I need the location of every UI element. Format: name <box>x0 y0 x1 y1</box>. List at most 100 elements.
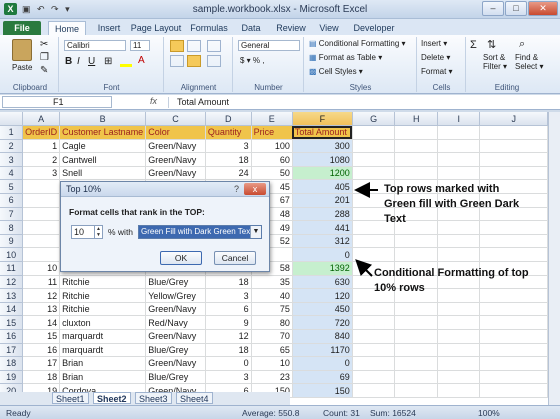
font-size-select[interactable]: 11 <box>130 40 150 51</box>
wrap-text-icon[interactable] <box>207 40 221 52</box>
row-header[interactable]: 7 <box>0 207 24 222</box>
cell[interactable]: 10 <box>251 356 293 371</box>
align-center-icon[interactable] <box>187 55 201 67</box>
cell[interactable]: 441 <box>292 220 353 235</box>
cell[interactable]: 40 <box>251 288 293 303</box>
cell[interactable]: Ritchie <box>59 302 147 317</box>
cell[interactable]: 10 <box>22 261 61 276</box>
tab-developer[interactable]: Developer <box>350 21 398 35</box>
help-button[interactable]: ? <box>234 184 239 194</box>
row-header[interactable]: 13 <box>0 288 24 303</box>
cell[interactable]: 312 <box>292 234 353 249</box>
cell[interactable] <box>437 370 481 385</box>
align-middle-icon[interactable] <box>187 40 201 52</box>
find-select-button[interactable]: Find & <box>515 53 538 62</box>
cell[interactable] <box>22 247 61 263</box>
cell[interactable] <box>437 247 481 263</box>
column-header[interactable]: D <box>205 112 252 127</box>
column-header[interactable]: J <box>479 112 548 127</box>
row-header[interactable]: 10 <box>0 247 24 263</box>
cell[interactable] <box>394 247 439 263</box>
cell[interactable] <box>437 302 481 317</box>
cell[interactable]: 120 <box>292 288 353 303</box>
cell[interactable]: Customer Lastname <box>59 125 147 140</box>
cell[interactable] <box>394 343 439 358</box>
cell[interactable]: Quantity <box>205 125 252 140</box>
tab-file[interactable]: File <box>3 21 41 35</box>
cell[interactable]: Green/Navy <box>145 139 206 154</box>
cell[interactable]: 80 <box>251 315 293 330</box>
insert-cells-button[interactable]: Insert ▾ <box>421 39 447 48</box>
cell[interactable] <box>437 383 481 398</box>
row-header[interactable]: 12 <box>0 275 24 290</box>
sheet-tab-4[interactable]: Sheet4 <box>176 392 213 404</box>
cell[interactable] <box>352 234 396 249</box>
cell[interactable]: 150 <box>292 383 353 398</box>
cell[interactable] <box>352 315 396 330</box>
cell[interactable]: 3 <box>205 139 252 154</box>
cell[interactable]: 6 <box>205 302 252 317</box>
cell[interactable] <box>437 356 481 371</box>
border-icon[interactable]: ⊞ <box>104 56 112 67</box>
conditional-formatting-button[interactable]: ▤ Conditional Formatting ▾ <box>309 39 406 48</box>
cell[interactable] <box>394 152 439 167</box>
cell[interactable]: 3 <box>205 288 252 303</box>
cell[interactable]: marquardt <box>59 343 147 358</box>
tab-view[interactable]: View <box>314 21 344 35</box>
align-left-icon[interactable] <box>170 55 184 67</box>
cell[interactable] <box>22 220 61 235</box>
number-format-select[interactable]: General <box>238 40 300 51</box>
cell[interactable]: 69 <box>292 370 353 385</box>
bold-button[interactable]: B <box>65 56 72 67</box>
align-top-icon[interactable] <box>170 40 184 52</box>
autosum-icon[interactable]: Σ <box>470 39 477 51</box>
cell[interactable]: 9 <box>205 315 252 330</box>
cell[interactable] <box>437 315 481 330</box>
cell[interactable]: 3 <box>22 166 61 181</box>
tab-insert[interactable]: Insert <box>90 21 128 35</box>
spinner-arrows-icon[interactable]: ▲ ▼ <box>94 226 102 238</box>
ok-button[interactable]: OK <box>160 251 202 265</box>
cell[interactable]: 720 <box>292 315 353 330</box>
cell[interactable] <box>394 329 439 344</box>
row-header[interactable]: 14 <box>0 302 24 317</box>
cell[interactable]: Price <box>251 125 293 140</box>
row-header[interactable]: 4 <box>0 166 24 181</box>
cell[interactable]: 17 <box>22 356 61 371</box>
cell[interactable] <box>352 329 396 344</box>
row-header[interactable]: 16 <box>0 329 24 344</box>
cell[interactable]: Ritchie <box>59 288 147 303</box>
cell[interactable] <box>352 383 396 398</box>
cell[interactable]: Snell <box>59 166 147 181</box>
tab-formulas[interactable]: Formulas <box>188 21 230 35</box>
cell[interactable]: 12 <box>22 288 61 303</box>
cell[interactable] <box>479 152 548 167</box>
cell[interactable] <box>479 356 548 371</box>
cell[interactable] <box>437 125 481 140</box>
row-header[interactable]: 11 <box>0 261 24 276</box>
cell[interactable]: 18 <box>205 152 252 167</box>
dialog-close-button[interactable]: x <box>244 183 266 195</box>
name-box[interactable]: F1 <box>2 96 112 108</box>
cell[interactable]: 50 <box>251 166 293 181</box>
column-header[interactable]: F <box>292 112 353 127</box>
cell[interactable]: 405 <box>292 179 353 195</box>
currency-buttons[interactable]: $ ▾ % , <box>240 56 264 65</box>
row-header[interactable]: 3 <box>0 152 24 167</box>
sort-filter-icon[interactable]: ⇅ <box>487 38 496 51</box>
cell[interactable] <box>22 193 61 208</box>
row-header[interactable]: 18 <box>0 356 24 371</box>
sort-filter-button-2[interactable]: Filter ▾ <box>483 62 507 71</box>
cell[interactable] <box>479 370 548 385</box>
cell[interactable] <box>352 166 396 181</box>
column-header[interactable]: H <box>394 112 439 127</box>
cell[interactable]: Blue/Grey <box>145 275 206 290</box>
cell[interactable] <box>22 207 61 222</box>
cell[interactable] <box>479 302 548 317</box>
column-header[interactable]: C <box>145 112 206 127</box>
tab-review[interactable]: Review <box>272 21 310 35</box>
cell[interactable] <box>479 234 548 249</box>
row-header[interactable]: 1 <box>0 125 24 140</box>
cell[interactable] <box>437 343 481 358</box>
cell[interactable] <box>394 370 439 385</box>
